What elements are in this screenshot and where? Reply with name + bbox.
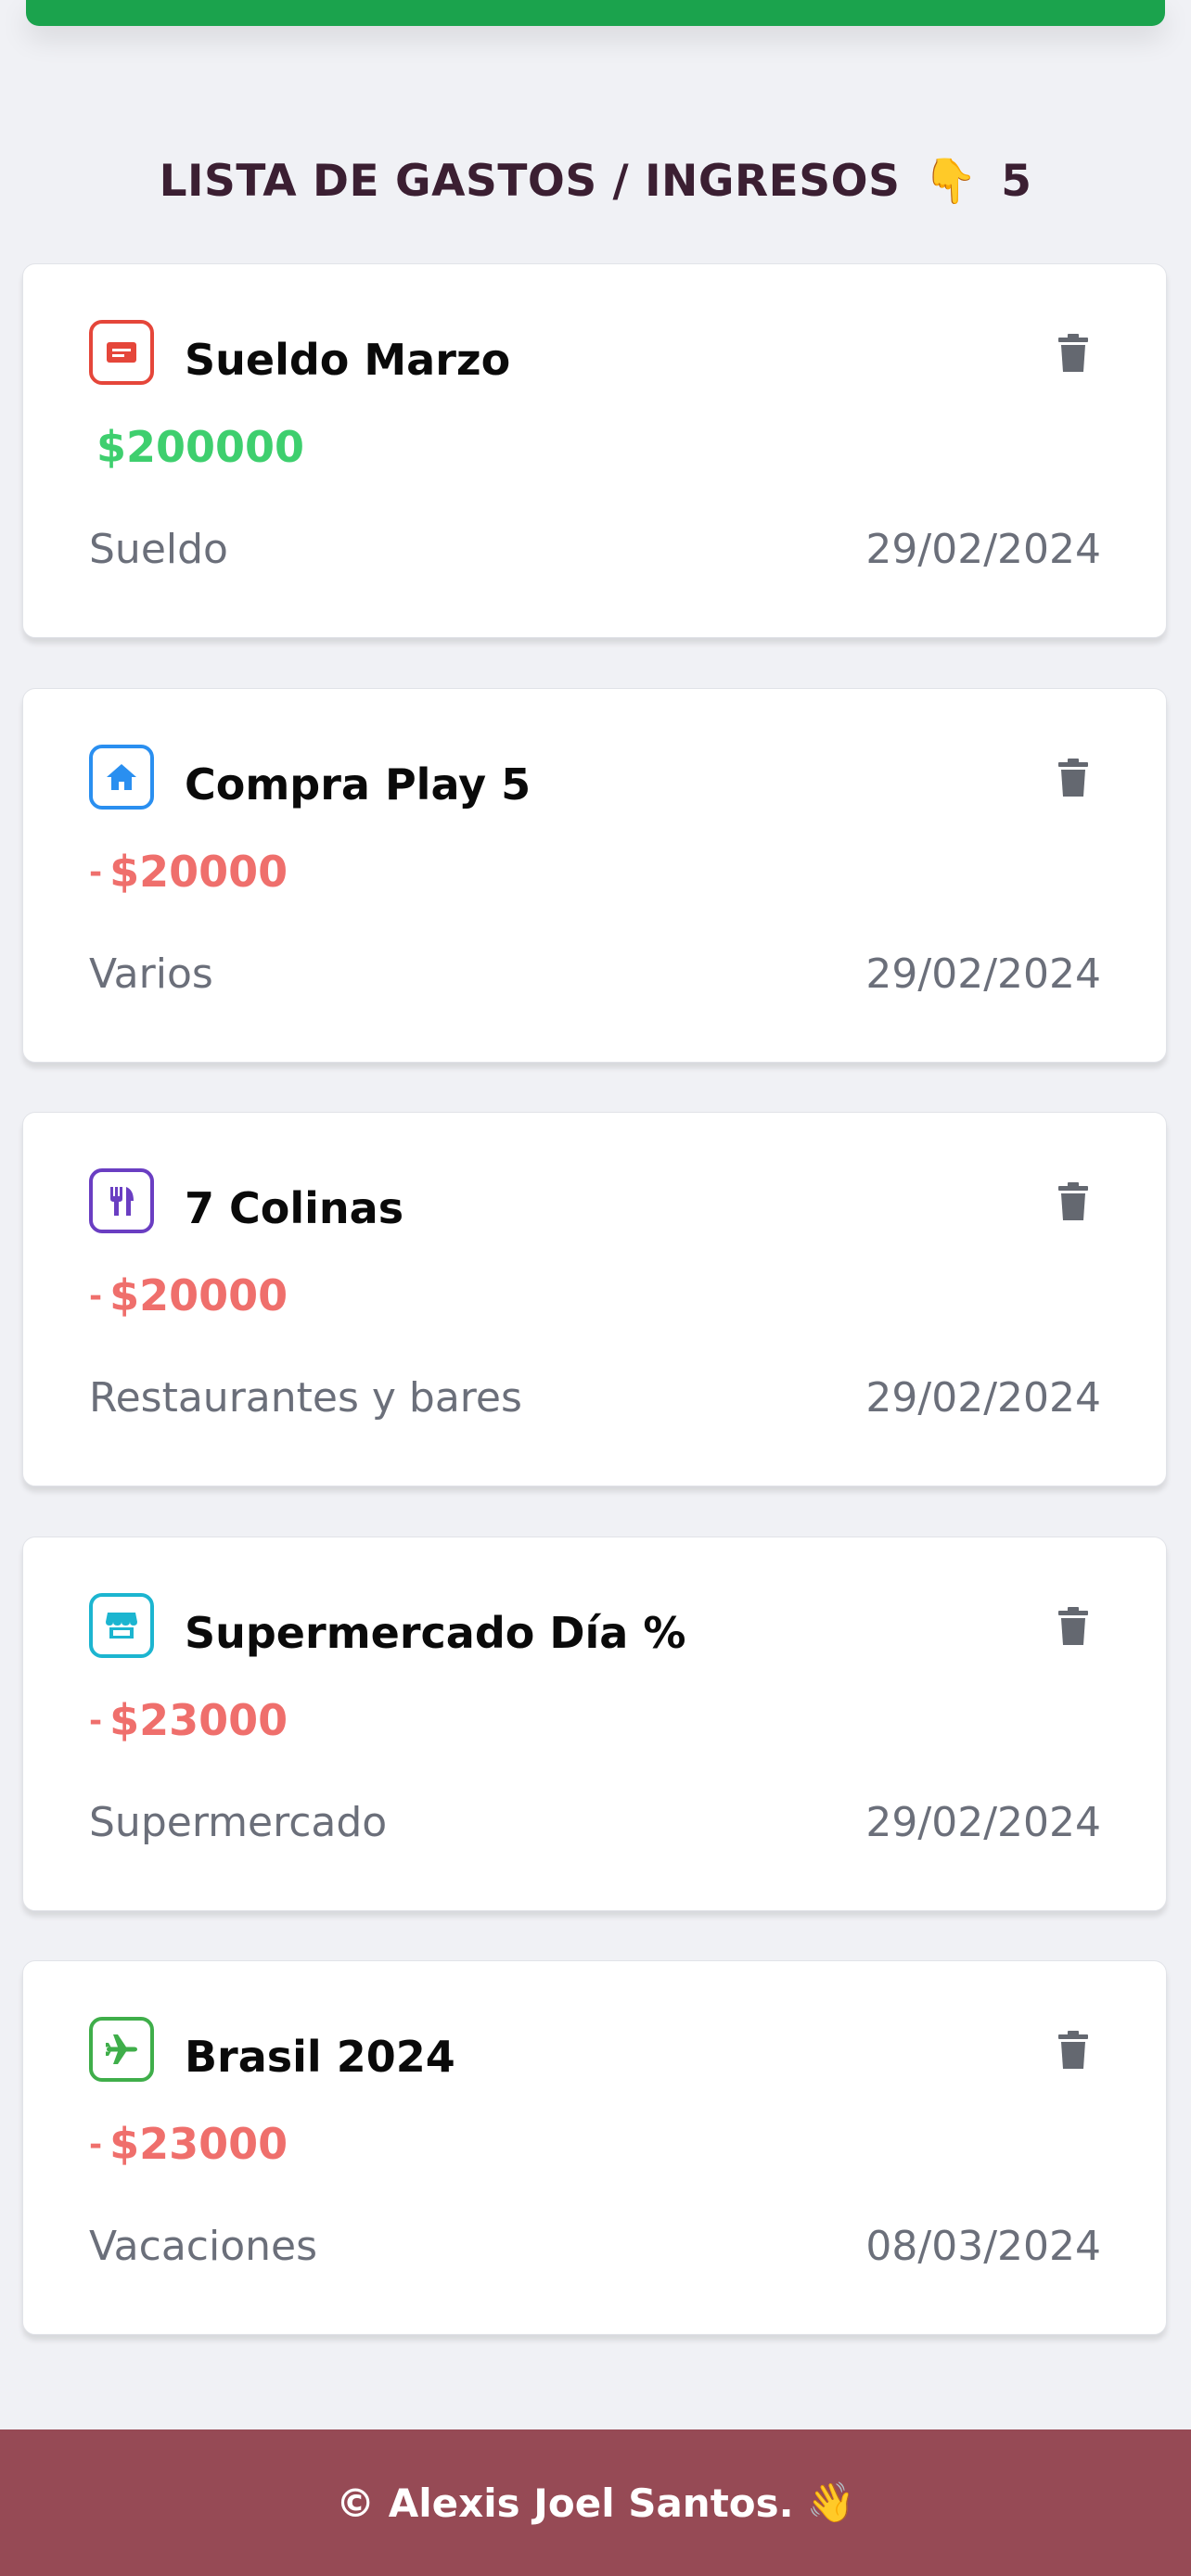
amount-value: $20000 xyxy=(109,847,288,897)
home-icon xyxy=(89,745,154,810)
transaction-date: 29/02/2024 xyxy=(865,950,1101,998)
footer: © Alexis Joel Santos. 👋 xyxy=(0,2429,1191,2576)
plane-icon xyxy=(89,2017,154,2082)
transaction-card: Sueldo Marzo $200000 Sueldo 29/02/2024 xyxy=(22,263,1167,638)
amount-value: $23000 xyxy=(109,1695,288,1745)
transaction-amount: - $23000 xyxy=(89,1695,288,1745)
transaction-category: Varios xyxy=(89,950,213,998)
transaction-date: 29/02/2024 xyxy=(865,526,1101,573)
delete-trash-icon[interactable] xyxy=(1055,2030,1092,2071)
transaction-name: Brasil 2024 xyxy=(185,2032,455,2082)
transaction-name: Compra Play 5 xyxy=(185,759,531,810)
delete-trash-icon[interactable] xyxy=(1055,1606,1092,1647)
footer-text: © Alexis Joel Santos. xyxy=(336,2480,794,2526)
list-title-text: LISTA DE GASTOS / INGRESOS xyxy=(159,156,901,207)
transaction-card: 7 Colinas - $20000 Restaurantes y bares 2… xyxy=(22,1112,1167,1486)
transaction-amount: - $20000 xyxy=(89,1270,288,1320)
id-card-icon xyxy=(89,320,154,385)
pointing-down-emoji: 👇 xyxy=(923,156,979,207)
transaction-name: Supermercado Día % xyxy=(185,1608,686,1658)
transaction-card: Supermercado Día % - $23000 Supermercado … xyxy=(22,1537,1167,1911)
transaction-date: 08/03/2024 xyxy=(865,2223,1101,2270)
waving-hand-emoji: 👋 xyxy=(806,2480,855,2525)
store-icon xyxy=(89,1593,154,1658)
item-count: 5 xyxy=(1001,156,1032,207)
amount-value: $20000 xyxy=(109,1270,288,1320)
delete-trash-icon[interactable] xyxy=(1055,1181,1092,1222)
utensils-icon xyxy=(89,1168,154,1233)
transaction-amount: - $23000 xyxy=(89,2119,288,2169)
transaction-date: 29/02/2024 xyxy=(865,1799,1101,1846)
amount-sign: - xyxy=(89,2126,103,2163)
transaction-category: Vacaciones xyxy=(89,2223,318,2270)
delete-trash-icon[interactable] xyxy=(1055,758,1092,798)
amount-sign: - xyxy=(89,854,103,891)
transaction-category: Sueldo xyxy=(89,526,228,573)
transaction-category: Restaurantes y bares xyxy=(89,1374,522,1422)
transaction-card: Brasil 2024 - $23000 Vacaciones 08/03/202… xyxy=(22,1960,1167,2335)
transaction-name: Sueldo Marzo xyxy=(185,335,511,385)
transaction-date: 29/02/2024 xyxy=(865,1374,1101,1422)
transaction-card: Compra Play 5 - $20000 Varios 29/02/2024 xyxy=(22,688,1167,1063)
transaction-amount: $200000 xyxy=(89,422,304,472)
delete-trash-icon[interactable] xyxy=(1055,333,1092,374)
top-accent-bar xyxy=(26,0,1165,26)
amount-sign: - xyxy=(89,1702,103,1740)
amount-sign: - xyxy=(89,1278,103,1315)
transaction-amount: - $20000 xyxy=(89,847,288,897)
amount-value: $200000 xyxy=(96,422,305,472)
list-title: LISTA DE GASTOS / INGRESOS 👇 5 xyxy=(0,156,1191,207)
transaction-category: Supermercado xyxy=(89,1799,388,1846)
amount-value: $23000 xyxy=(109,2119,288,2169)
transaction-name: 7 Colinas xyxy=(185,1183,404,1233)
